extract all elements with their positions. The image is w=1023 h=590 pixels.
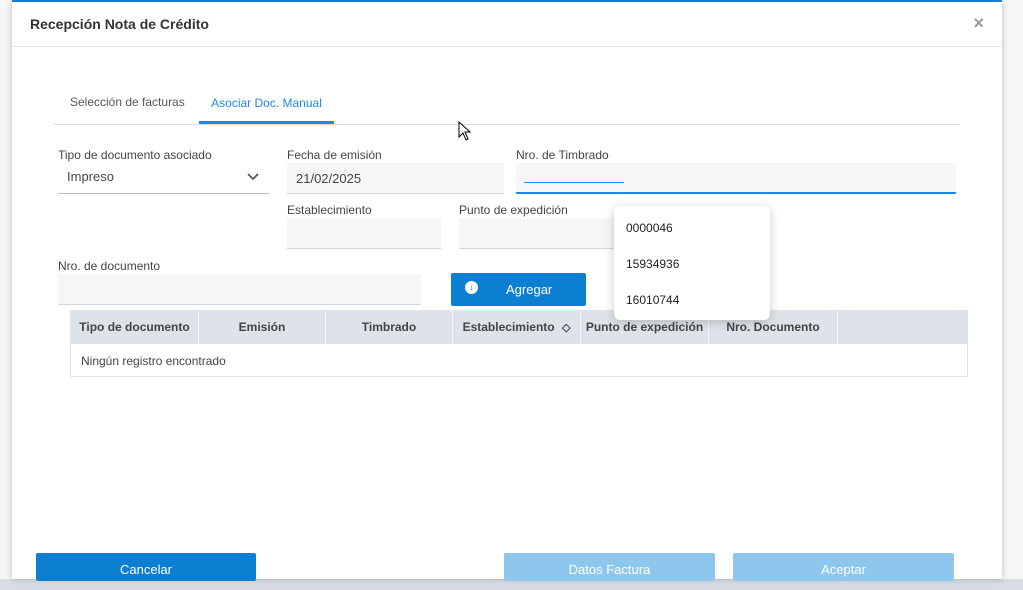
sort-icon[interactable]: ◇ xyxy=(562,322,570,334)
punto-expedicion-input[interactable] xyxy=(459,218,615,249)
timbrado-input[interactable] xyxy=(516,163,956,194)
column-establecimiento[interactable]: Establecimiento ◇ xyxy=(453,311,581,344)
tipo-documento-value: Impreso xyxy=(67,169,114,184)
mouse-cursor-icon xyxy=(458,121,472,141)
aceptar-button[interactable]: Aceptar xyxy=(733,553,954,581)
column-timbrado[interactable]: Timbrado xyxy=(326,311,453,344)
fecha-emision-input[interactable]: 21/02/2025 xyxy=(287,163,504,194)
arrow-down-circle-icon: ↓ xyxy=(465,281,478,294)
column-emision[interactable]: Emisión xyxy=(199,311,326,344)
modal-header: Recepción Nota de Crédito × xyxy=(12,2,1002,47)
background-app-strip xyxy=(0,0,12,590)
suggestion-item[interactable]: 0000046 xyxy=(626,221,673,235)
column-tipo-documento[interactable]: Tipo de documento xyxy=(71,311,199,344)
table-empty-message: Ningún registro encontrado xyxy=(81,354,226,368)
documents-table: Tipo de documento Emisión Timbrado Estab… xyxy=(70,310,968,377)
timbrado-label: Nro. de Timbrado xyxy=(516,148,609,162)
datos-factura-button[interactable]: Datos Factura xyxy=(504,553,715,581)
establecimiento-label: Establecimiento xyxy=(287,203,372,217)
tab-seleccion-facturas[interactable]: Selección de facturas xyxy=(70,88,185,124)
timbrado-cursor-underline xyxy=(524,182,624,183)
tipo-documento-label: Tipo de documento asociado xyxy=(58,148,212,162)
close-icon[interactable]: × xyxy=(973,13,984,34)
suggestion-item[interactable]: 16010744 xyxy=(626,293,679,307)
establecimiento-input[interactable] xyxy=(287,218,441,249)
background-right-strip xyxy=(1002,0,1023,590)
tab-bar: Selección de facturas Asociar Doc. Manua… xyxy=(54,88,960,125)
timbrado-suggestions-dropdown: 0000046 15934936 16010744 xyxy=(614,206,770,320)
column-establecimiento-label: Establecimiento xyxy=(462,320,555,334)
cancel-button[interactable]: Cancelar xyxy=(36,553,256,581)
agregar-button-label: Agregar xyxy=(506,282,553,297)
tipo-documento-select[interactable]: Impreso xyxy=(58,163,269,194)
modal-title: Recepción Nota de Crédito xyxy=(30,16,209,32)
fecha-emision-label: Fecha de emisión xyxy=(287,148,382,162)
chevron-down-icon[interactable] xyxy=(246,169,260,186)
modal-body: Selección de facturas Asociar Doc. Manua… xyxy=(40,48,972,528)
nro-documento-input[interactable] xyxy=(58,274,421,305)
table-header: Tipo de documento Emisión Timbrado Estab… xyxy=(71,311,967,344)
agregar-button[interactable]: ↓ Agregar xyxy=(451,273,586,306)
nro-documento-label: Nro. de documento xyxy=(58,259,161,273)
punto-expedicion-label: Punto de expedición xyxy=(459,203,568,217)
credit-note-modal: Recepción Nota de Crédito × Selección de… xyxy=(12,2,1002,579)
tab-asociar-doc-manual[interactable]: Asociar Doc. Manual xyxy=(199,88,334,124)
suggestion-item[interactable]: 15934936 xyxy=(626,257,679,271)
